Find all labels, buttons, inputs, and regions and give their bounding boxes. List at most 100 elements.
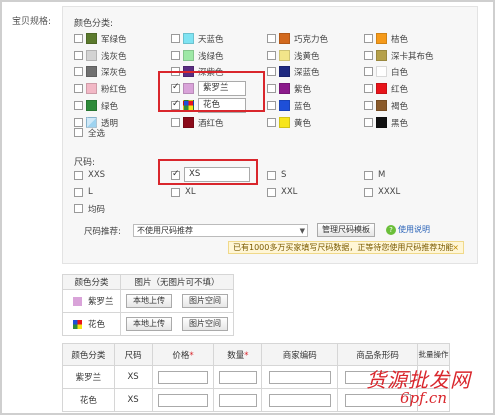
- size-checkbox[interactable]: [267, 171, 276, 180]
- color-checkbox[interactable]: [364, 84, 373, 93]
- sku-header-price: 价格*: [151, 343, 215, 366]
- sku-header-quantity: 数量*: [213, 343, 263, 366]
- merchant-code-input[interactable]: [268, 370, 331, 384]
- local-upload-button[interactable]: 本地上传: [126, 294, 172, 308]
- color-swatch: [73, 297, 82, 306]
- help-link-text: 使用说明: [398, 225, 430, 234]
- color-label: 红色: [391, 85, 409, 95]
- color-checkbox[interactable]: [364, 118, 373, 127]
- price-input[interactable]: [157, 370, 208, 384]
- color-swatch: [376, 100, 387, 111]
- color-swatch: [279, 66, 290, 77]
- color-checkbox[interactable]: [267, 118, 276, 127]
- picture-color-label: 紫罗兰: [88, 297, 114, 307]
- color-checkbox[interactable]: [364, 34, 373, 43]
- size-recommend-select[interactable]: 不使用尺码推荐 ▼: [133, 224, 308, 237]
- picture-table-row: 紫罗兰 本地上传 图片空间: [62, 289, 234, 313]
- color-label: 粉红色: [101, 85, 127, 95]
- size-label: S: [281, 170, 287, 180]
- color-label: 深卡其布色: [391, 52, 434, 62]
- picture-table-header-color: 颜色分类: [62, 274, 121, 290]
- color-swatch: [279, 117, 290, 128]
- sku-price-cell: [151, 365, 215, 389]
- help-link[interactable]: ? 使用说明: [386, 224, 430, 235]
- size-recommend-label: 尺码推荐:: [84, 227, 121, 237]
- size-checkbox[interactable]: [364, 171, 373, 180]
- color-checkbox[interactable]: [74, 118, 83, 127]
- size-label: L: [88, 187, 93, 197]
- color-label: 浅灰色: [101, 52, 127, 62]
- size-checkbox[interactable]: [364, 188, 373, 197]
- sku-merchant-code-cell: [261, 365, 339, 389]
- color-checkbox[interactable]: [74, 67, 83, 76]
- color-checkbox[interactable]: [171, 118, 180, 127]
- color-label: 白色: [391, 68, 409, 78]
- select-all-checkbox[interactable]: [74, 128, 83, 137]
- color-label: 黄色: [294, 119, 312, 129]
- help-icon: ?: [386, 225, 396, 235]
- watermark-domain: 6pf.cn: [400, 389, 447, 407]
- picture-actions-cell: 本地上传 图片空间: [120, 312, 234, 336]
- size-checkbox[interactable]: [171, 188, 180, 197]
- size-checkbox[interactable]: [74, 171, 83, 180]
- color-checkbox[interactable]: [364, 51, 373, 60]
- color-checkbox[interactable]: [74, 51, 83, 60]
- sku-header-size: 尺码: [113, 343, 153, 366]
- close-icon[interactable]: ×: [452, 242, 459, 253]
- color-checkbox[interactable]: [267, 51, 276, 60]
- spec-label: 宝贝规格:: [12, 17, 52, 27]
- uniform-size-checkbox[interactable]: [74, 204, 83, 213]
- color-checkbox[interactable]: [364, 67, 373, 76]
- quantity-input[interactable]: [218, 393, 257, 407]
- color-checkbox[interactable]: [364, 101, 373, 110]
- color-label: 深蓝色: [294, 68, 320, 78]
- sku-header-barcode: 商品条形码: [337, 343, 419, 366]
- color-checkbox[interactable]: [171, 51, 180, 60]
- color-swatch: [86, 33, 97, 44]
- size-checkbox[interactable]: [74, 188, 83, 197]
- color-section-title: 颜色分类:: [74, 19, 114, 29]
- merchant-code-input[interactable]: [268, 393, 331, 407]
- uniform-size-label: 均码: [88, 205, 106, 215]
- color-swatch: [376, 50, 387, 61]
- sku-quantity-cell: [213, 388, 263, 412]
- local-upload-button[interactable]: 本地上传: [126, 317, 172, 331]
- color-checkbox[interactable]: [171, 34, 180, 43]
- color-checkbox[interactable]: [74, 84, 83, 93]
- sku-price-cell: [151, 388, 215, 412]
- color-swatch: [376, 117, 387, 128]
- color-label: 紫色: [294, 85, 312, 95]
- manage-size-template-button[interactable]: 管理尺码模板: [317, 223, 375, 237]
- color-label: 黑色: [391, 119, 409, 129]
- color-swatch: [279, 83, 290, 94]
- color-label: 浅黄色: [294, 52, 320, 62]
- sku-size-cell: XS: [113, 365, 153, 389]
- size-label: XXS: [88, 170, 106, 180]
- sku-color-cell: 紫罗兰: [62, 365, 115, 389]
- price-input[interactable]: [157, 393, 208, 407]
- color-checkbox[interactable]: [267, 67, 276, 76]
- picture-color-label: 花色: [88, 320, 106, 330]
- color-swatch: [73, 320, 82, 329]
- color-label: 绿色: [101, 102, 119, 112]
- color-checkbox[interactable]: [74, 34, 83, 43]
- color-checkbox[interactable]: [74, 101, 83, 110]
- color-swatch: [183, 117, 194, 128]
- size-label: XXL: [281, 187, 298, 197]
- color-swatch: [279, 50, 290, 61]
- picture-color-cell: 紫罗兰: [62, 289, 121, 313]
- sku-merchant-code-cell: [261, 388, 339, 412]
- image-space-button[interactable]: 图片空间: [182, 317, 228, 331]
- size-label: M: [378, 170, 386, 180]
- sku-color-cell: 花色: [62, 388, 115, 412]
- color-swatch: [183, 33, 194, 44]
- picture-table-header-image: 图片（无图片可不填）: [120, 274, 234, 290]
- size-checkbox[interactable]: [267, 188, 276, 197]
- quantity-input[interactable]: [218, 370, 257, 384]
- image-space-button[interactable]: 图片空间: [182, 294, 228, 308]
- color-checkbox[interactable]: [267, 34, 276, 43]
- color-checkbox[interactable]: [267, 101, 276, 110]
- color-checkbox[interactable]: [267, 84, 276, 93]
- color-swatch: [376, 66, 387, 77]
- color-label: 巧克力色: [294, 35, 329, 45]
